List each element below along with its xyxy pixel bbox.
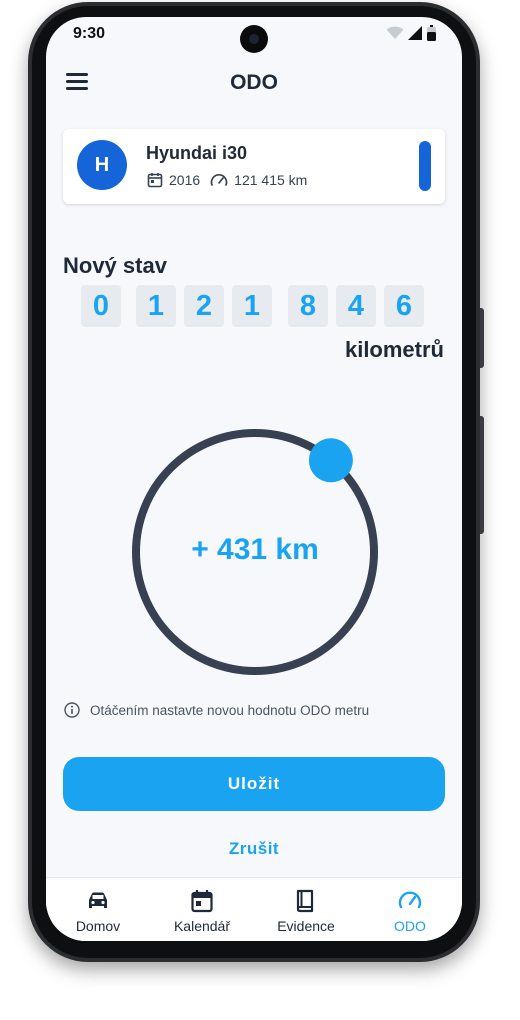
odometer-digit[interactable]: 6 [384, 285, 424, 327]
nav-item-kalendar[interactable]: Kalendář [150, 888, 254, 934]
vehicle-mileage: 121 415 km [234, 172, 308, 188]
status-icons [386, 25, 436, 46]
app-screen: 9:30 ODO H Hyundai i30 2016 121 415 km N… [46, 17, 462, 941]
odometer-digit[interactable]: 2 [184, 285, 224, 327]
info-icon [64, 702, 80, 718]
vehicle-select-indicator [419, 141, 431, 191]
signal-icon [408, 26, 423, 45]
odometer-digit[interactable]: 8 [288, 285, 328, 327]
bottom-nav: Domov Kalendář Evidence ODO [46, 877, 462, 941]
odometer-digit[interactable]: 1 [232, 285, 272, 327]
book-icon [254, 888, 358, 914]
vehicle-avatar: H [77, 140, 127, 190]
unit-label: kilometrů [344, 337, 444, 362]
vehicle-meta: 2016 121 415 km [147, 172, 307, 188]
volume-button [480, 308, 484, 368]
mileage-delta: + 431 km [191, 533, 319, 566]
odometer-digit[interactable]: 4 [336, 285, 376, 327]
vehicle-year: 2016 [169, 172, 201, 188]
vehicle-card[interactable]: H Hyundai i30 2016 121 415 km [63, 129, 445, 204]
nav-label: Evidence [277, 918, 335, 934]
hint-text: Otáčením nastavte novou hodnotu ODO metr… [90, 702, 370, 718]
front-camera [240, 25, 268, 53]
nav-item-domov[interactable]: Domov [46, 888, 150, 934]
save-button[interactable]: Uložit [63, 757, 445, 811]
vehicle-name: Hyundai i30 [146, 143, 248, 163]
cancel-button[interactable]: Zrušit [46, 839, 462, 859]
battery-icon [427, 25, 436, 46]
status-bar: 9:30 [46, 17, 462, 53]
nav-label: Kalendář [173, 918, 231, 934]
calendar-icon [150, 888, 254, 914]
hint: Otáčením nastavte novou hodnotu ODO metr… [64, 702, 369, 718]
power-button [480, 416, 484, 534]
wifi-icon [386, 26, 404, 45]
car-icon [46, 888, 150, 914]
nav-label: ODO [394, 918, 426, 934]
calendar-icon [147, 172, 163, 188]
new-reading-title: Nový stav [63, 253, 167, 278]
nav-item-odo[interactable]: ODO [358, 888, 462, 934]
app-bar: ODO [46, 67, 462, 103]
dial-knob [308, 438, 353, 483]
odometer-digits: 0 1 2 1 8 4 6 [81, 285, 427, 327]
status-time: 9:30 [73, 25, 106, 42]
odometer-digit[interactable]: 0 [81, 285, 121, 327]
speedometer-icon [210, 172, 228, 188]
speedometer-icon [358, 888, 462, 914]
odometer-digit[interactable]: 1 [136, 285, 176, 327]
nav-label: Domov [75, 918, 121, 934]
nav-item-evidence[interactable]: Evidence [254, 888, 358, 934]
rotary-dial[interactable]: + 431 km [130, 427, 380, 677]
page-title: ODO [230, 71, 278, 94]
